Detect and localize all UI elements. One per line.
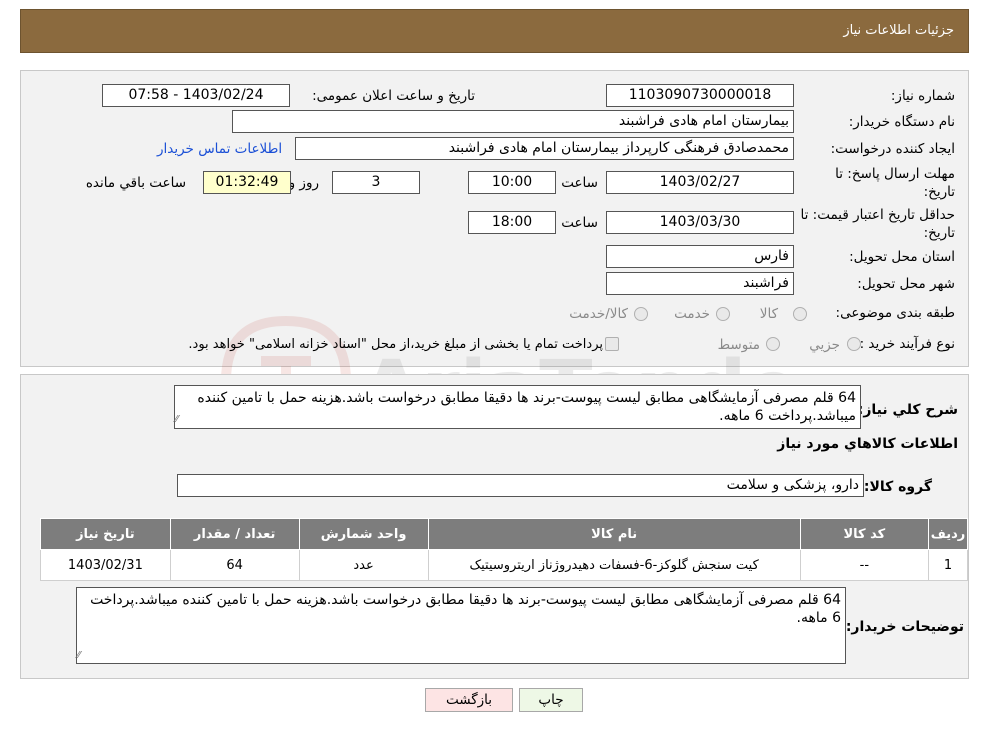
category-service-radio[interactable] xyxy=(716,307,730,321)
need-number-label: شماره نیاز: xyxy=(890,88,955,104)
treasury-checkbox[interactable] xyxy=(605,337,619,351)
category-goods-service-label: کالا/خدمت xyxy=(569,306,628,322)
description-textarea[interactable]: 64 قلم مصرفی آزمایشگاهی مطابق لیست پیوست… xyxy=(174,385,861,429)
print-button[interactable]: چاپ xyxy=(519,688,583,712)
col-name-header: نام کالا xyxy=(427,518,801,550)
validity-date-field: 1403/03/30 xyxy=(606,211,794,234)
creator-label: ایجاد کننده درخواست: xyxy=(830,141,955,157)
remaining-time-field: 01:32:49 xyxy=(203,171,291,194)
buyer-label: نام دستگاه خریدار: xyxy=(848,114,955,130)
validity-time-label: ساعت xyxy=(561,215,598,231)
deadline-date-field: 1403/02/27 xyxy=(606,171,794,194)
col-qty-header: تعداد / مقدار xyxy=(169,518,300,550)
cell-unit: عدد xyxy=(298,549,429,581)
need-info-panel: AriaTender.neT شماره نیاز: 1103090730000… xyxy=(20,70,969,446)
col-unit-header: واحد شمارش xyxy=(298,518,429,550)
category-goods-radio[interactable] xyxy=(793,307,807,321)
description-label: شرح کلي نياز: xyxy=(857,402,958,418)
process-label: نوع فرآیند خرید : xyxy=(859,336,955,352)
col-row-header: رديف xyxy=(928,518,968,550)
process-note: پرداخت تمام یا بخشی از مبلغ خرید،از محل … xyxy=(188,337,603,352)
deadline-label-2: تاریخ: xyxy=(923,184,955,200)
category-goods-service-radio[interactable] xyxy=(634,307,648,321)
buyer-notes-textarea[interactable]: 64 قلم مصرفی آزمایشگاهی مطابق لیست پیوست… xyxy=(76,587,846,664)
province-label: استان محل تحویل: xyxy=(849,249,955,265)
cell-code: -- xyxy=(799,549,930,581)
items-table-header: رديف کد کالا نام کالا واحد شمارش تعداد /… xyxy=(40,518,968,550)
cell-name: کیت سنجش گلوکز-6-فسفات دهیدروژناز اریترو… xyxy=(427,549,801,581)
buyer-notes-label: توضیحات خریدار: xyxy=(845,619,964,635)
buyer-field: بیمارستان امام هادی فراشبند xyxy=(232,110,794,133)
category-label: طبقه بندی موضوعی: xyxy=(835,305,955,321)
province-field: فارس xyxy=(606,245,794,268)
city-field: فراشبند xyxy=(606,272,794,295)
category-service-label: خدمت xyxy=(674,306,710,322)
validity-label: حداقل تاریخ اعتبار قیمت: تا xyxy=(800,207,955,223)
goods-group-label: گروه کالا: xyxy=(863,479,932,495)
validity-label-2: تاریخ: xyxy=(923,225,955,241)
validity-time-field: 18:00 xyxy=(468,211,556,234)
col-date-header: تاریخ نیاز xyxy=(40,518,171,550)
cell-qty: 64 xyxy=(169,549,300,581)
process-medium-label: متوسط xyxy=(717,337,760,353)
need-number-field: 1103090730000018 xyxy=(606,84,794,107)
category-goods-label: کالا xyxy=(759,306,778,322)
process-medium-radio[interactable] xyxy=(766,337,780,351)
resize-grip-icon[interactable]: ⁄⁄ xyxy=(77,650,80,732)
days-label: روز و xyxy=(288,175,319,191)
announce-label: تاریخ و ساعت اعلان عمومی: xyxy=(312,88,475,104)
col-code-header: کد کالا xyxy=(799,518,930,550)
cell-row: 1 xyxy=(928,549,968,581)
city-label: شهر محل تحویل: xyxy=(857,276,955,292)
deadline-time-field: 10:00 xyxy=(468,171,556,194)
process-minor-label: جزيي xyxy=(809,337,840,353)
buyer-contact-link[interactable]: اطلاعات تماس خریدار xyxy=(157,141,282,157)
table-row: 1 -- کیت سنجش گلوکز-6-فسفات دهیدروژناز ا… xyxy=(40,549,968,581)
back-button[interactable]: بازگشت xyxy=(425,688,513,712)
page-header: جزئیات اطلاعات نیاز xyxy=(20,9,969,53)
items-section-title: اطلاعات کالاهاي مورد نياز xyxy=(777,436,958,452)
deadline-time-label: ساعت xyxy=(561,175,598,191)
cell-date: 1403/02/31 xyxy=(40,549,171,581)
process-minor-radio[interactable] xyxy=(847,337,861,351)
days-field: 3 xyxy=(332,171,420,194)
items-table: رديف کد کالا نام کالا واحد شمارش تعداد /… xyxy=(40,518,968,581)
creator-field: محمدصادق فرهنگی کارپرداز بیمارستان امام … xyxy=(295,137,794,160)
announce-datetime-field: 1403/02/24 - 07:58 xyxy=(102,84,290,107)
goods-group-field: دارو، پزشکی و سلامت xyxy=(177,474,864,497)
remaining-label: ساعت باقي مانده xyxy=(85,175,186,191)
deadline-label: مهلت ارسال پاسخ: تا xyxy=(835,166,955,182)
page-title: جزئیات اطلاعات نیاز xyxy=(843,23,954,38)
